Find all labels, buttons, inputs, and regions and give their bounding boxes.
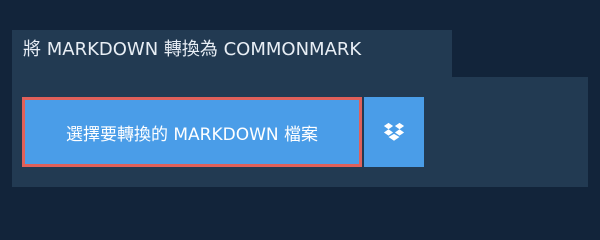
select-markdown-file-button[interactable]: 選擇要轉換的 MARKDOWN 檔案	[22, 97, 362, 167]
dropbox-upload-button[interactable]	[364, 97, 424, 167]
page-title: 將 MARKDOWN 轉換為 COMMONMARK	[23, 39, 362, 60]
page-title-tab: 將 MARKDOWN 轉換為 COMMONMARK	[12, 30, 452, 77]
dropbox-icon	[383, 121, 405, 143]
select-markdown-file-label: 選擇要轉換的 MARKDOWN 檔案	[65, 124, 319, 145]
